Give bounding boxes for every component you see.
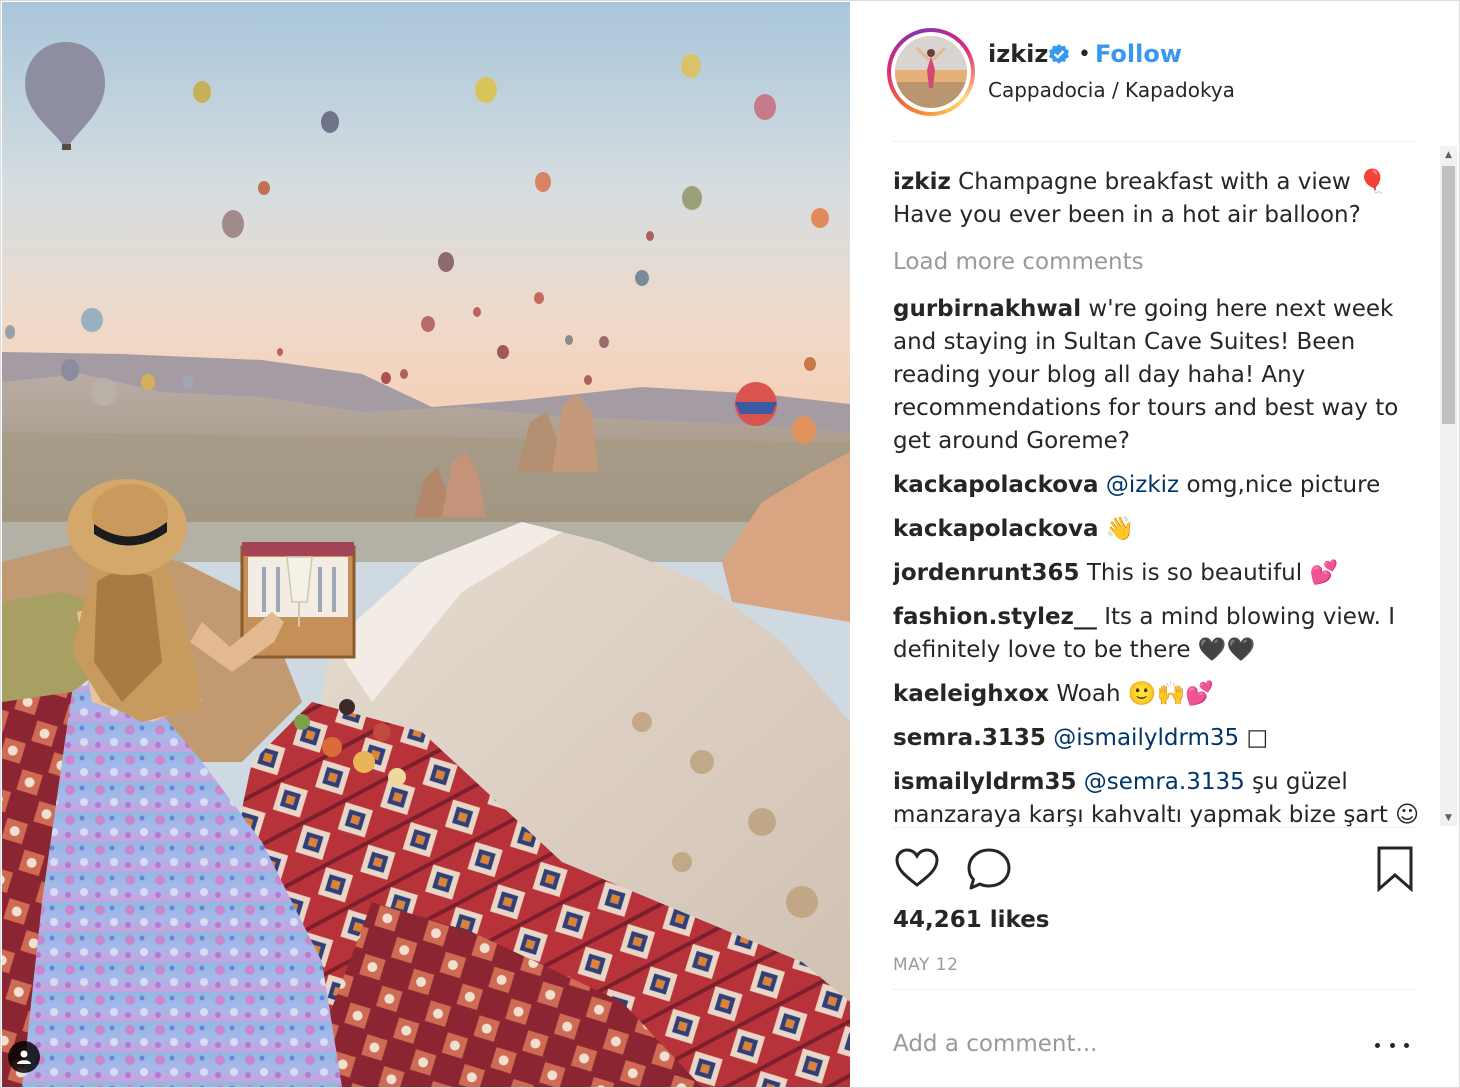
divider bbox=[893, 141, 1416, 142]
separator-dot: • bbox=[1078, 42, 1091, 67]
follow-button[interactable]: Follow bbox=[1095, 40, 1182, 68]
post-username[interactable]: izkiz bbox=[988, 40, 1048, 68]
action-bar bbox=[893, 845, 1418, 895]
verified-badge-icon bbox=[1049, 44, 1069, 64]
user-tag-button[interactable] bbox=[8, 1041, 40, 1073]
comment-username[interactable]: fashion.stylez__ bbox=[893, 604, 1097, 630]
comment-username[interactable]: semra.3135 bbox=[893, 725, 1046, 751]
comment-username[interactable]: ismailyldrm35 bbox=[893, 769, 1076, 795]
comment-text: This is so beautiful 💕 bbox=[1086, 560, 1339, 586]
comment-text: Woah 🙂🙌💕 bbox=[1056, 681, 1214, 707]
like-button[interactable] bbox=[893, 845, 941, 893]
scrollbar-thumb[interactable] bbox=[1442, 166, 1455, 424]
scroll-up-arrow-icon[interactable]: ▲ bbox=[1440, 146, 1457, 163]
divider bbox=[893, 827, 1416, 828]
scroll-down-arrow-icon[interactable]: ▼ bbox=[1440, 809, 1457, 826]
cappadocia-balloons-photo bbox=[2, 2, 850, 1087]
avatar bbox=[895, 36, 967, 108]
save-button[interactable] bbox=[1371, 845, 1419, 893]
add-comment-input[interactable] bbox=[893, 1024, 1333, 1064]
comment-item: kackapolackova 👋 bbox=[893, 513, 1433, 546]
comment-username[interactable]: kackapolackova bbox=[893, 516, 1099, 542]
comment-item: kaeleighxox Woah 🙂🙌💕 bbox=[893, 678, 1433, 711]
caption-text: Champagne breakfast with a view 🎈 Have y… bbox=[893, 169, 1387, 228]
likes-count[interactable]: 44,261 likes bbox=[893, 907, 1050, 933]
load-more-comments-button[interactable]: Load more comments bbox=[893, 246, 1433, 279]
avatar-story-ring[interactable] bbox=[887, 28, 975, 116]
comment-mention[interactable]: @semra.3135 bbox=[1084, 769, 1245, 795]
comment-mention[interactable]: @ismailyldrm35 bbox=[1053, 725, 1239, 751]
divider bbox=[893, 989, 1416, 990]
comment-item: semra.3135 @ismailyldrm35 □ bbox=[893, 722, 1433, 755]
comment-mention[interactable]: @izkiz bbox=[1106, 472, 1179, 498]
comment-item: jordenrunt365 This is so beautiful 💕 bbox=[893, 557, 1433, 590]
user-tag-icon bbox=[17, 1050, 31, 1064]
comment-text: omg,nice picture bbox=[1186, 472, 1381, 498]
comment-username[interactable]: kaeleighxox bbox=[893, 681, 1049, 707]
comment-text: □ bbox=[1246, 725, 1269, 751]
comment-item: gurbirnakhwal w're going here next week … bbox=[893, 293, 1433, 458]
comment-item: kackapolackova @izkiz omg,nice picture bbox=[893, 469, 1433, 502]
post-caption: izkiz Champagne breakfast with a view 🎈 … bbox=[893, 166, 1433, 232]
instagram-post-window: izkiz • Follow Cappadocia / Kapadokya iz… bbox=[0, 0, 1460, 1088]
post-date[interactable]: MAY 12 bbox=[893, 955, 958, 975]
heart-icon bbox=[895, 848, 939, 887]
post-details-panel: izkiz • Follow Cappadocia / Kapadokya iz… bbox=[851, 2, 1459, 1087]
bookmark-icon bbox=[1377, 846, 1413, 893]
caption-username[interactable]: izkiz bbox=[893, 169, 951, 195]
post-header: izkiz • Follow Cappadocia / Kapadokya bbox=[851, 2, 1459, 142]
comment-button[interactable] bbox=[965, 845, 1013, 893]
comment-bubble-icon bbox=[967, 848, 1011, 890]
comment-text: 👋 bbox=[1105, 516, 1135, 542]
comment-item: ismailyldrm35 @semra.3135 şu güzel manza… bbox=[893, 766, 1433, 828]
comment-item: fashion.stylez__ Its a mind blowing view… bbox=[893, 601, 1433, 667]
comment-username[interactable]: gurbirnakhwal bbox=[893, 296, 1081, 322]
comments-list: izkiz Champagne breakfast with a view 🎈 … bbox=[893, 152, 1433, 828]
comment-username[interactable]: kackapolackova bbox=[893, 472, 1099, 498]
post-photo[interactable] bbox=[2, 2, 850, 1087]
comments-scrollbar[interactable]: ▲ ▼ bbox=[1440, 146, 1457, 826]
more-options-icon[interactable] bbox=[1375, 1030, 1409, 1060]
post-location[interactable]: Cappadocia / Kapadokya bbox=[988, 78, 1235, 102]
comment-username[interactable]: jordenrunt365 bbox=[893, 560, 1080, 586]
